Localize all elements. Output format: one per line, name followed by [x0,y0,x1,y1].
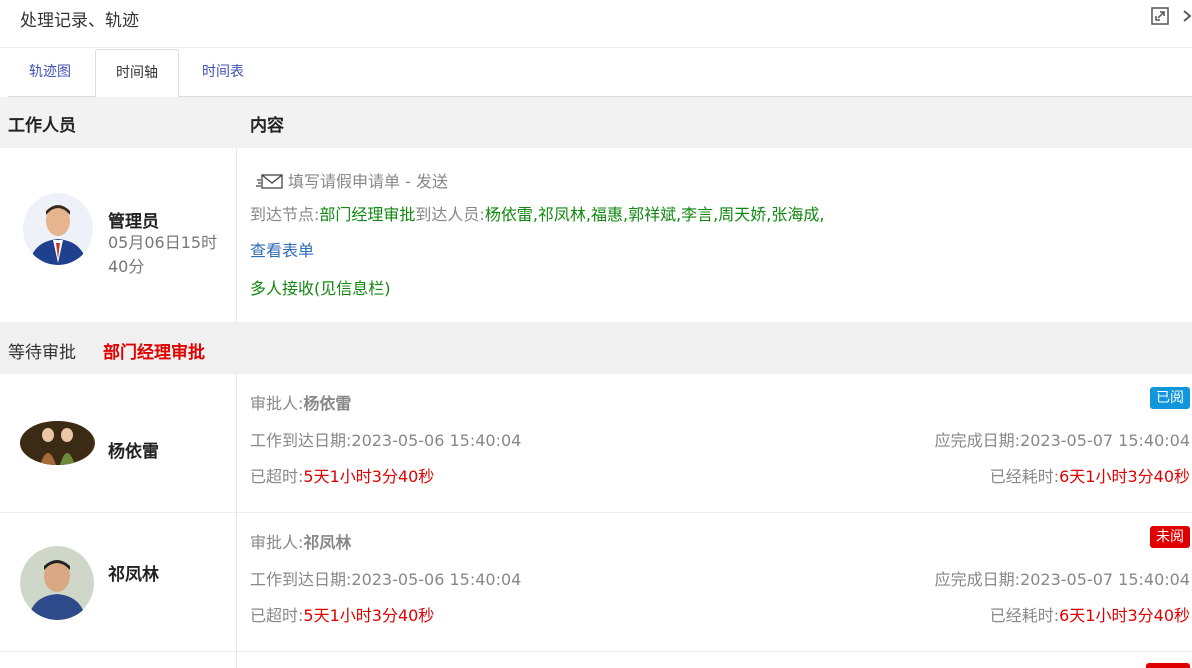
elapsed-prefix: 已经耗时: [989,606,1060,625]
elapsed-value: 6天1小时3分40秒 [1059,606,1190,625]
action-text: 填写请假申请单 - 发送 [288,172,448,191]
due-date: 应完成日期:2023-05-07 15:40:04 [934,431,1190,450]
node-name: 部门经理审批 [319,205,416,224]
window-titlebar: 处理记录、轨迹 [0,0,1192,48]
worker-name: 杨依雷 [108,442,159,462]
table-header: 工作人员 内容 [0,97,1192,148]
overdue-prefix: 已超时: [250,467,304,486]
arrive-date: 工作到达日期:2023-05-06 15:40:04 [250,431,522,450]
column-divider [236,374,237,513]
elapsed-line: 已经耗时:6天1小时3分40秒 [990,463,1190,487]
overdue-value: 5天1小时3分40秒 [303,606,435,625]
arrive-date: 工作到达日期:2023-05-06 15:40:04 [250,570,522,589]
column-divider [236,652,237,668]
tab-timeline[interactable]: 时间轴 [95,49,179,98]
maximize-icon[interactable] [1150,6,1170,26]
table-row: 管理员 05月06日15时 40分 填写请假申请单 - 发送 到达节点:部门经理… [0,148,1192,323]
overdue-prefix: 已超时: [250,606,304,625]
tab-timetable[interactable]: 时间表 [183,49,263,97]
window-title: 处理记录、轨迹 [20,11,139,31]
status-badge: 未阅 [1150,526,1190,548]
approver-name: 杨依雷 [303,394,352,413]
envelope-icon [256,172,284,194]
multi-receive-text: 多人接收(见信息栏) [250,279,391,298]
overdue-value: 5天1小时3分40秒 [303,467,435,486]
approver-prefix: 审批人: [250,394,304,413]
people-prefix: 到达人员: [415,205,485,224]
close-icon[interactable] [1182,6,1192,26]
worker-name: 管理员 [108,212,159,232]
avatar [20,421,95,465]
worker-time-line1: 05月06日15时 [108,233,218,252]
elapsed-line: 已经耗时:6天1小时3分40秒 [990,602,1190,626]
table-row: 祁凤林 审批人:祁凤林 未阅 工作到达日期:2023-05-06 15:40:0… [0,513,1192,652]
worker-time-line2: 40分 [108,257,145,276]
table-row: 杨依雷 审批人:杨依雷 已阅 工作到达日期:2023-05-06 15:40:0… [0,374,1192,513]
action-line: 填写请假申请单 - 发送 [256,168,448,194]
status-badge-partial [1146,663,1190,668]
tab-bar: 轨迹图 时间轴 时间表 [8,48,1192,98]
elapsed-prefix: 已经耗时: [989,467,1060,486]
header-content: 内容 [250,116,284,136]
waiting-node: 部门经理审批 [103,343,205,363]
status-badge: 已阅 [1150,387,1190,409]
avatar [20,546,95,620]
avatar [23,193,93,265]
elapsed-value: 6天1小时3分40秒 [1059,467,1190,486]
node-prefix: 到达节点: [250,205,320,224]
worker-time: 05月06日15时 40分 [108,231,228,279]
arrival-line: 到达节点:部门经理审批到达人员:杨依雷,祁凤林,福惠,郭祥斌,李言,周天娇,张海… [250,201,824,225]
waiting-bar: 等待审批 部门经理审批 [0,323,1192,374]
overdue-line: 已超时:5天1小时3分40秒 [250,602,434,626]
approver-prefix: 审批人: [250,533,304,552]
people-list: 杨依雷,祁凤林,福惠,郭祥斌,李言,周天娇,张海成, [484,205,825,224]
column-divider [236,148,237,323]
approver-line: 审批人:杨依雷 [250,390,351,414]
waiting-label: 等待审批 [8,343,76,363]
overdue-line: 已超时:5天1小时3分40秒 [250,463,434,487]
view-form-link[interactable]: 查看表单 [250,237,314,261]
header-worker: 工作人员 [8,116,76,136]
column-divider [236,513,237,652]
approver-name: 祁凤林 [303,533,352,552]
due-date: 应完成日期:2023-05-07 15:40:04 [934,570,1190,589]
approver-line: 审批人:祁凤林 [250,529,351,553]
worker-name: 祁凤林 [108,565,159,585]
tab-track-map[interactable]: 轨迹图 [8,49,92,97]
